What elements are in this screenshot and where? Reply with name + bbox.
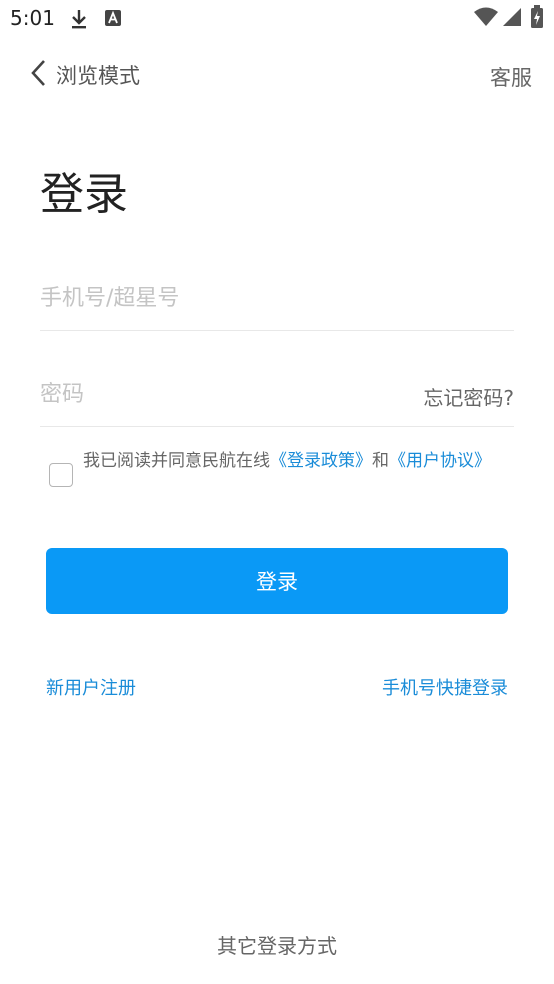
signal-icon xyxy=(502,7,522,31)
status-bar: 5:01 xyxy=(0,0,554,38)
login-button[interactable]: 登录 xyxy=(46,548,508,614)
status-time: 5:01 xyxy=(10,6,55,30)
quick-login-link[interactable]: 手机号快捷登录 xyxy=(382,674,508,700)
page-title: 登录 xyxy=(40,169,128,220)
agreement-text: 我已阅读并同意民航在线《登录政策》和《用户协议》 xyxy=(83,448,503,475)
user-agreement-link[interactable]: 《用户协议》 xyxy=(389,451,491,471)
agreement-prefix: 我已阅读并同意民航在线 xyxy=(83,451,270,471)
customer-service-button[interactable]: 客服 xyxy=(490,62,532,92)
chevron-left-icon xyxy=(30,59,46,91)
password-input[interactable] xyxy=(40,372,380,416)
agreement-checkbox[interactable] xyxy=(49,463,73,487)
top-nav: 浏览模式 客服 xyxy=(0,50,554,98)
login-policy-link[interactable]: 《登录政策》 xyxy=(270,451,372,471)
download-icon xyxy=(70,8,88,34)
back-label: 浏览模式 xyxy=(56,64,140,88)
account-field xyxy=(40,270,514,331)
register-link[interactable]: 新用户注册 xyxy=(46,674,136,700)
font-a-icon xyxy=(104,8,122,32)
account-input[interactable] xyxy=(40,276,380,320)
wifi-icon xyxy=(474,7,498,31)
agreement-joiner: 和 xyxy=(372,451,389,471)
back-button[interactable]: 浏览模式 xyxy=(30,58,160,92)
password-field: 忘记密码? xyxy=(40,366,514,427)
other-login-methods[interactable]: 其它登录方式 xyxy=(0,930,554,959)
battery-charging-icon xyxy=(530,5,544,33)
forgot-password-link[interactable]: 忘记密码? xyxy=(423,382,514,411)
